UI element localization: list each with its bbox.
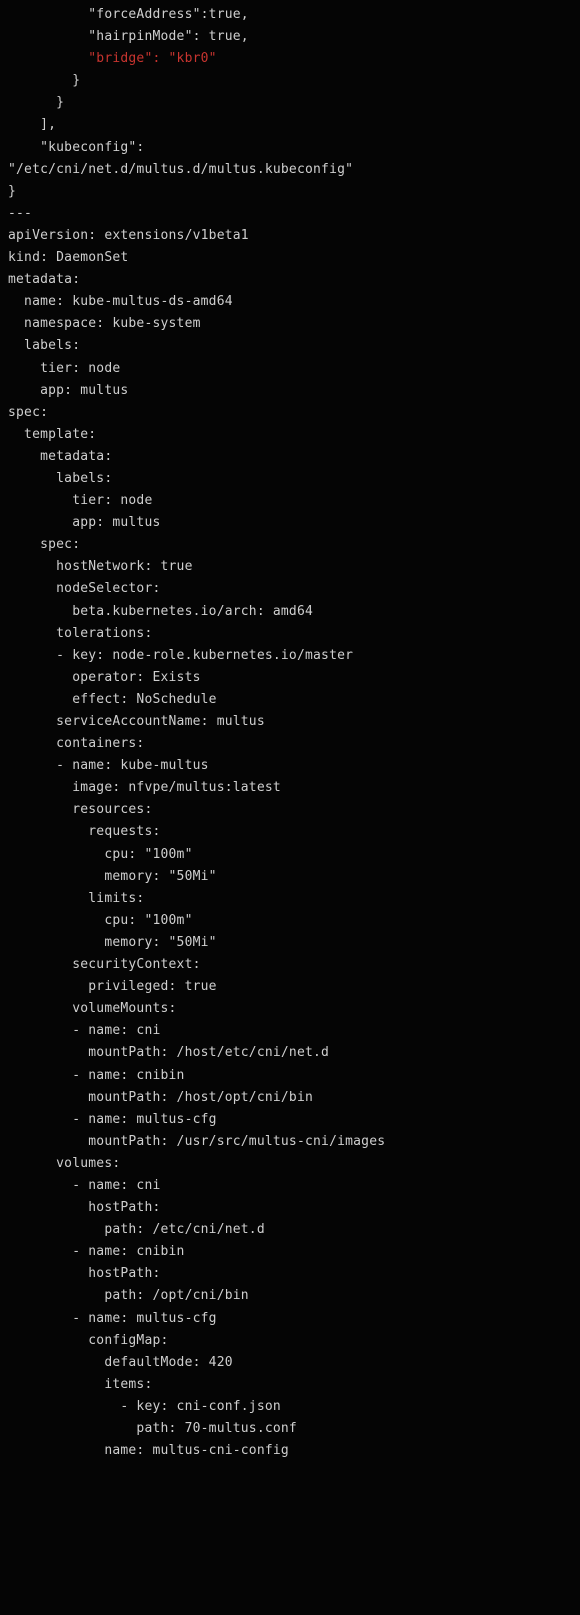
code-line: securityContext:	[8, 957, 201, 972]
code-line: defaultMode: 420	[8, 1355, 233, 1370]
code-line: "forceAddress":true,	[8, 7, 249, 22]
code-line: hostPath:	[8, 1200, 161, 1215]
code-line: mountPath: /host/opt/cni/bin	[8, 1090, 313, 1105]
code-line: ],	[8, 117, 56, 132]
code-line: apiVersion: extensions/v1beta1	[8, 228, 249, 243]
code-line: cpu: "100m"	[8, 847, 193, 862]
code-line: name: multus-cni-config	[8, 1443, 289, 1458]
code-line: tolerations:	[8, 626, 152, 641]
code-line: spec:	[8, 537, 80, 552]
code-line: hostNetwork: true	[8, 559, 193, 574]
code-line: path: /etc/cni/net.d	[8, 1222, 265, 1237]
code-line: volumeMounts:	[8, 1001, 177, 1016]
code-line: kind: DaemonSet	[8, 250, 128, 265]
code-line: labels:	[8, 338, 80, 353]
code-line: - name: cni	[8, 1178, 161, 1193]
code-line: app: multus	[8, 515, 161, 530]
code-line: metadata:	[8, 449, 112, 464]
code-line: image: nfvpe/multus:latest	[8, 780, 281, 795]
code-line: privileged: true	[8, 979, 217, 994]
code-line: app: multus	[8, 383, 128, 398]
code-line: spec:	[8, 405, 48, 420]
code-line: beta.kubernetes.io/arch: amd64	[8, 604, 313, 619]
code-line: "kubeconfig":	[8, 140, 144, 155]
code-line: - name: cnibin	[8, 1244, 185, 1259]
code-line: limits:	[8, 891, 144, 906]
code-line: nodeSelector:	[8, 581, 161, 596]
code-line: ---	[8, 206, 32, 221]
code-line: template:	[8, 427, 96, 442]
code-line: path: 70-multus.conf	[8, 1421, 297, 1436]
code-line: "bridge": "kbr0"	[8, 51, 217, 66]
code-line: labels:	[8, 471, 112, 486]
code-line: namespace: kube-system	[8, 316, 201, 331]
code-line: }	[8, 95, 64, 110]
code-line: effect: NoSchedule	[8, 692, 217, 707]
code-line: - key: node-role.kubernetes.io/master	[8, 648, 353, 663]
code-line: items:	[8, 1377, 152, 1392]
code-line: name: kube-multus-ds-amd64	[8, 294, 233, 309]
code-line: hostPath:	[8, 1266, 161, 1281]
code-line: cpu: "100m"	[8, 913, 193, 928]
code-line: tier: node	[8, 493, 152, 508]
code-line: mountPath: /usr/src/multus-cni/images	[8, 1134, 385, 1149]
code-line: mountPath: /host/etc/cni/net.d	[8, 1045, 329, 1060]
code-line: "/etc/cni/net.d/multus.d/multus.kubeconf…	[8, 162, 353, 177]
code-line: - name: multus-cfg	[8, 1311, 217, 1326]
code-line: memory: "50Mi"	[8, 935, 217, 950]
code-line: path: /opt/cni/bin	[8, 1288, 249, 1303]
code-line: containers:	[8, 736, 144, 751]
code-line: memory: "50Mi"	[8, 869, 217, 884]
code-line: - name: cni	[8, 1023, 161, 1038]
code-line: volumes:	[8, 1156, 120, 1171]
code-line: - name: multus-cfg	[8, 1112, 217, 1127]
code-line: resources:	[8, 802, 152, 817]
code-line: - name: kube-multus	[8, 758, 209, 773]
code-line: configMap:	[8, 1333, 169, 1348]
code-line: - name: cnibin	[8, 1068, 185, 1083]
code-line: "hairpinMode": true,	[8, 29, 249, 44]
code-line: metadata:	[8, 272, 80, 287]
code-line: tier: node	[8, 361, 120, 376]
code-line: }	[8, 184, 16, 199]
code-line: requests:	[8, 824, 161, 839]
code-line: serviceAccountName: multus	[8, 714, 265, 729]
code-block: "forceAddress":true, "hairpinMode": true…	[0, 0, 580, 1470]
code-line: operator: Exists	[8, 670, 201, 685]
code-line: - key: cni-conf.json	[8, 1399, 281, 1414]
code-line: }	[8, 73, 80, 88]
